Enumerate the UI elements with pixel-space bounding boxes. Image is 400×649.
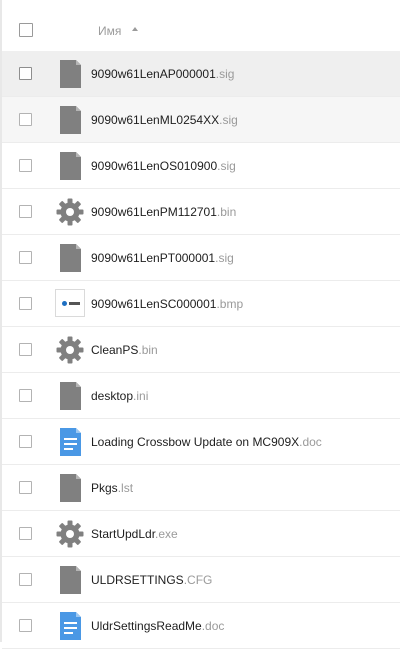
file-extension: .CFG	[183, 573, 213, 587]
generic-file-icon	[55, 106, 85, 134]
file-base-name: CleanPS	[91, 343, 139, 357]
generic-file-icon	[55, 152, 85, 180]
file-row[interactable]: Pkgs.lst	[2, 465, 400, 511]
file-extension: .sig	[215, 67, 235, 81]
file-row[interactable]: CleanPS.bin	[2, 327, 400, 373]
row-checkbox[interactable]	[19, 159, 32, 172]
file-base-name: Pkgs	[91, 481, 118, 495]
file-name[interactable]: 9090w61LenML0254XX.sig	[91, 113, 238, 127]
file-row[interactable]: Loading Crossbow Update on MC909X.doc	[2, 419, 400, 465]
file-extension: .bin	[216, 205, 237, 219]
file-name[interactable]: UldrSettingsReadMe.doc	[91, 619, 224, 633]
file-extension: .sig	[215, 251, 234, 265]
file-name[interactable]: 9090w61LenAP000001.sig	[91, 67, 234, 81]
file-base-name: 9090w61LenML0254XX	[91, 113, 220, 127]
file-name[interactable]: ULDRSETTINGS.CFG	[91, 573, 212, 587]
file-extension: .doc	[299, 435, 322, 449]
row-checkbox[interactable]	[19, 343, 32, 356]
file-name[interactable]: 9090w61LenOS010900.sig	[91, 159, 236, 173]
file-name[interactable]: Loading Crossbow Update on MC909X.doc	[91, 435, 322, 449]
file-row[interactable]: StartUpdLdr.exe	[2, 511, 400, 557]
file-row[interactable]: UldrSettingsReadMe.doc	[2, 603, 400, 649]
row-checkbox[interactable]	[19, 297, 32, 310]
file-base-name: 9090w61LenPM112701	[91, 205, 217, 219]
row-checkbox[interactable]	[19, 573, 32, 586]
row-checkbox[interactable]	[19, 619, 32, 632]
row-checkbox[interactable]	[19, 481, 32, 494]
document-icon	[55, 612, 85, 640]
file-extension: .sig	[219, 113, 238, 127]
row-checkbox[interactable]	[19, 67, 32, 80]
file-name[interactable]: CleanPS.bin	[91, 343, 158, 357]
select-all-checkbox[interactable]	[19, 23, 33, 37]
file-row[interactable]: 9090w61LenPM112701.bin	[2, 189, 400, 235]
row-checkbox[interactable]	[19, 205, 32, 218]
file-base-name: desktop	[91, 389, 134, 403]
file-extension: .doc	[201, 619, 225, 633]
file-base-name: ULDRSETTINGS	[91, 573, 184, 587]
file-list: 9090w61LenAP000001.sig 9090w61LenML0254XX…	[2, 51, 400, 649]
file-row[interactable]: 9090w61LenOS010900.sig	[2, 143, 400, 189]
file-name[interactable]: desktop.ini	[91, 389, 148, 403]
file-name[interactable]: 9090w61LenSC000001.bmp	[91, 297, 243, 311]
row-checkbox[interactable]	[19, 527, 32, 540]
file-row[interactable]: 9090w61LenPT000001.sig	[2, 235, 400, 281]
name-column-header[interactable]: Имя	[98, 24, 121, 38]
file-row[interactable]: 9090w61LenML0254XX.sig	[2, 97, 400, 143]
file-extension: .sig	[217, 159, 236, 173]
file-extension: .lst	[117, 481, 134, 495]
generic-file-icon	[55, 382, 85, 410]
gear-icon	[55, 520, 85, 548]
file-base-name: 9090w61LenAP000001	[91, 67, 216, 81]
row-checkbox[interactable]	[19, 389, 32, 402]
file-row[interactable]: 9090w61LenAP000001.sig	[2, 51, 400, 97]
file-base-name: 9090w61LenSC000001	[91, 297, 217, 311]
file-row[interactable]: desktop.ini	[2, 373, 400, 419]
generic-file-icon	[55, 474, 85, 502]
file-base-name: 9090w61LenPT000001	[91, 251, 216, 265]
gear-icon	[55, 198, 85, 226]
file-base-name: Loading Crossbow Update on MC909X	[91, 435, 300, 449]
row-checkbox[interactable]	[19, 113, 32, 126]
row-checkbox[interactable]	[19, 251, 32, 264]
file-row[interactable]: 9090w61LenSC000001.bmp	[2, 281, 400, 327]
image-thumbnail	[55, 289, 85, 317]
file-extension: .exe	[155, 527, 178, 541]
file-extension: .ini	[133, 389, 149, 403]
file-name[interactable]: 9090w61LenPM112701.bin	[91, 205, 236, 219]
row-checkbox[interactable]	[19, 435, 32, 448]
generic-file-icon	[55, 566, 85, 594]
file-extension: .bin	[138, 343, 158, 357]
file-base-name: StartUpdLdr	[91, 527, 156, 541]
document-icon	[55, 428, 85, 456]
file-base-name: 9090w61LenOS010900	[91, 159, 218, 173]
file-name[interactable]: StartUpdLdr.exe	[91, 527, 178, 541]
gear-icon	[55, 336, 85, 364]
file-extension: .bmp	[216, 297, 244, 311]
generic-file-icon	[55, 60, 85, 88]
file-name[interactable]: Pkgs.lst	[91, 481, 133, 495]
file-name[interactable]: 9090w61LenPT000001.sig	[91, 251, 234, 265]
sort-ascending-icon[interactable]	[132, 27, 138, 31]
file-base-name: UldrSettingsReadMe	[91, 619, 202, 633]
generic-file-icon	[55, 244, 85, 272]
file-row[interactable]: ULDRSETTINGS.CFG	[2, 557, 400, 603]
